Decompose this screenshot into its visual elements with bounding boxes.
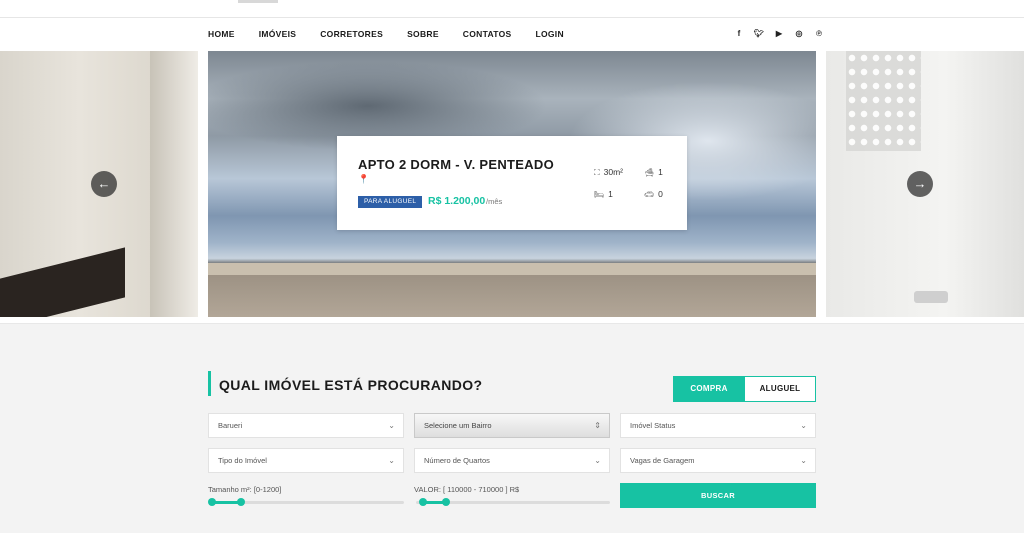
vagas-value: Vagas de Garagem — [630, 456, 695, 465]
quartos-select[interactable]: Número de Quartos ⌄ — [414, 448, 610, 473]
nav-imoveis[interactable]: IMÓVEIS — [259, 29, 297, 39]
youtube-icon[interactable]: ▶ — [769, 29, 789, 38]
city-value: Barueri — [218, 421, 243, 430]
wall-artwork — [0, 247, 125, 317]
tamanho-label: Tamanho m²: [0-1200] — [208, 485, 282, 494]
prev-slide-button[interactable]: ← — [91, 171, 117, 197]
bathtub-icon: 🛁︎ — [644, 168, 655, 177]
city-select[interactable]: Barueri ⌄ — [208, 413, 404, 438]
area-feature: ⛶ 30m² — [594, 167, 623, 178]
status-select[interactable]: Imóvel Status ⌄ — [620, 413, 816, 438]
chevron-down-icon: ⌄ — [388, 456, 395, 465]
property-title[interactable]: APTO 2 DORM - V. PENTEADO — [358, 157, 554, 172]
nav-sobre[interactable]: SOBRE — [407, 29, 439, 39]
tamanho-slider[interactable] — [208, 498, 404, 506]
status-value: Imóvel Status — [630, 421, 676, 430]
buscar-button[interactable]: BUSCAR — [620, 483, 816, 508]
facebook-icon[interactable]: f — [729, 29, 749, 38]
bedroom-value: 1 — [608, 189, 613, 199]
garage-value: 0 — [658, 189, 663, 199]
chevron-down-icon: ⌄ — [594, 456, 601, 465]
nav-login[interactable]: LOGIN — [535, 29, 563, 39]
valor-slider[interactable] — [416, 498, 610, 506]
property-slider: ← → APTO 2 DORM - V. PENTEADO 📍 PARA ALU… — [0, 51, 1024, 317]
property-search: QUAL IMÓVEL ESTÁ PROCURANDO? COMPRA ALUG… — [0, 323, 1024, 533]
bairro-select[interactable]: Selecione um Bairro ⇕ — [414, 413, 610, 438]
nav-corretores[interactable]: CORRETORES — [320, 29, 383, 39]
bathroom-feature: 🛁︎ 1 — [644, 167, 663, 177]
main-nav: HOME IMÓVEIS CORRETORES SOBRE CONTATOS L… — [0, 18, 1024, 50]
updown-arrows-icon: ⇕ — [594, 421, 601, 430]
tamanho-min-handle[interactable] — [208, 498, 216, 506]
nav-menu: HOME IMÓVEIS CORRETORES SOBRE CONTATOS L… — [208, 29, 564, 39]
chevron-down-icon: ⌄ — [800, 456, 807, 465]
tamanho-max-handle[interactable] — [237, 498, 245, 506]
next-slide-button[interactable]: → — [907, 171, 933, 197]
bed-icon: 🛏︎ — [594, 190, 605, 199]
search-heading: QUAL IMÓVEL ESTÁ PROCURANDO? — [219, 377, 483, 393]
quartos-value: Número de Quartos — [424, 456, 490, 465]
bathroom-value: 1 — [658, 167, 663, 177]
valor-label: VALOR: [ 110000 - 710000 ] R$ — [414, 485, 520, 494]
pinterest-icon[interactable]: ℗ — [809, 29, 829, 38]
chevron-down-icon: ⌄ — [800, 421, 807, 430]
location-pin-icon: 📍 — [358, 174, 370, 184]
tipo-select[interactable]: Tipo do Imóvel ⌄ — [208, 448, 404, 473]
tab-compra[interactable]: COMPRA — [673, 376, 745, 402]
top-strip — [0, 0, 1024, 18]
instagram-icon[interactable]: ◎ — [789, 29, 809, 38]
chevron-down-icon: ⌄ — [388, 421, 395, 430]
nav-home[interactable]: HOME — [208, 29, 235, 39]
vagas-select[interactable]: Vagas de Garagem ⌄ — [620, 448, 816, 473]
faucet — [914, 291, 948, 303]
bedroom-feature: 🛏︎ 1 — [594, 189, 613, 199]
area-icon: ⛶ — [594, 168, 600, 177]
area-value: 30m² — [603, 167, 623, 177]
logo-fragment — [238, 0, 278, 3]
valor-max-handle[interactable] — [442, 498, 450, 506]
property-price: R$ 1.200,00 — [428, 195, 486, 207]
twitter-icon[interactable]: 🐦︎ — [749, 29, 769, 38]
nav-contatos[interactable]: CONTATOS — [463, 29, 512, 39]
car-icon: 🚗︎ — [644, 190, 655, 199]
tab-aluguel[interactable]: ALUGUEL — [744, 376, 816, 402]
price-period: /mês — [486, 197, 503, 206]
tipo-value: Tipo do Imóvel — [218, 456, 267, 465]
garage-feature: 🚗︎ 0 — [644, 189, 663, 199]
social-links: f 🐦︎ ▶ ◎ ℗ — [729, 29, 829, 38]
bairro-value: Selecione um Bairro — [424, 421, 492, 430]
property-card[interactable]: APTO 2 DORM - V. PENTEADO 📍 PARA ALUGUEL… — [337, 136, 687, 230]
valor-min-handle[interactable] — [419, 498, 427, 506]
heading-accent — [208, 371, 211, 396]
status-badge: PARA ALUGUEL — [358, 196, 423, 208]
